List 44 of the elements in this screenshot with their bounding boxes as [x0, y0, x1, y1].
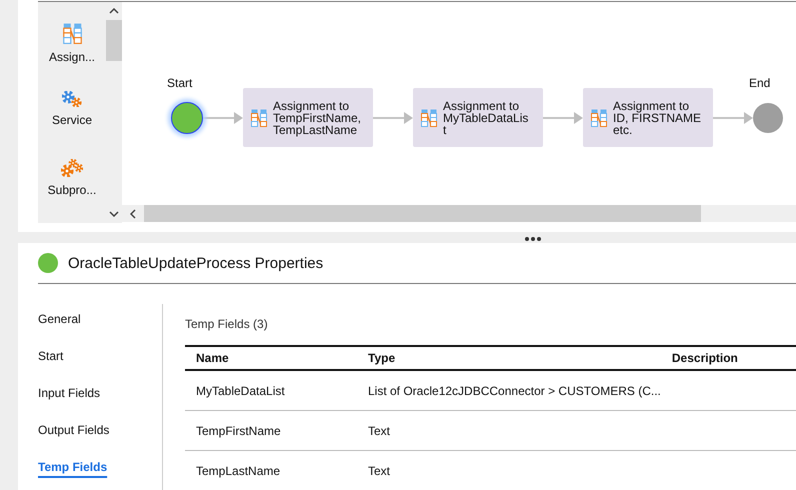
event-label: End: [749, 76, 770, 90]
status-dot-icon: [38, 253, 58, 273]
nav-tab[interactable]: Temp Fields: [38, 458, 162, 490]
end-event[interactable]: [753, 103, 783, 133]
horizontal-scrollbar[interactable]: [122, 205, 796, 222]
nav-tab[interactable]: Input Fields: [38, 384, 162, 421]
connector-arrow: [713, 112, 753, 124]
column-header: Name: [185, 346, 357, 370]
assignment-icon: [591, 108, 607, 126]
nav-tab[interactable]: General: [38, 310, 162, 347]
panel-title: OracleTableUpdateProcess Properties: [68, 254, 324, 272]
scrollbar-thumb[interactable]: [106, 20, 122, 61]
palette-item[interactable]: Service: [52, 87, 92, 155]
gears-icon: [62, 91, 82, 107]
scroll-down-icon[interactable]: [109, 211, 119, 217]
assignment-icon: [251, 108, 267, 126]
nav-tab[interactable]: Output Fields: [38, 421, 162, 458]
column-header: Type: [357, 346, 661, 370]
assignment-step[interactable]: Assignment to MyTableDataLis t: [413, 88, 543, 147]
section-title: Temp Fields (3): [185, 317, 269, 333]
assignment-icon: [62, 23, 82, 44]
palette-item[interactable]: Assign...: [48, 19, 96, 87]
table-cell: List of Oracle12cJDBCConnector > CUSTOMERS (C...: [357, 370, 661, 410]
nav-tab[interactable]: Start: [38, 347, 162, 384]
table-cell: TempFirstName: [185, 410, 357, 450]
table-cell: Text: [357, 450, 661, 490]
table-cell: Text: [357, 410, 661, 450]
scrollbar-thumb[interactable]: [144, 205, 701, 222]
scroll-left-icon[interactable]: [130, 208, 136, 218]
table-cell: MyTableDataList: [185, 370, 357, 410]
column-header: Description: [660, 346, 796, 370]
connector-arrow: [373, 112, 413, 124]
drag-handle-icon[interactable]: [525, 237, 541, 241]
connector-arrow: [543, 112, 583, 124]
scroll-up-icon[interactable]: [109, 8, 119, 14]
gears-icon: [60, 159, 83, 177]
assignment-step[interactable]: Assignment to ID, FIRSTNAME etc.: [583, 88, 713, 147]
palette-item[interactable]: Subpro...: [48, 155, 96, 223]
event-label: Start: [167, 76, 192, 90]
connector-arrow: [203, 112, 243, 124]
assignment-icon: [421, 108, 437, 126]
table-cell: TempLastName: [185, 450, 357, 490]
start-event[interactable]: [171, 102, 203, 134]
assignment-step[interactable]: Assignment to TempFirstName, TempLastName: [243, 88, 373, 147]
